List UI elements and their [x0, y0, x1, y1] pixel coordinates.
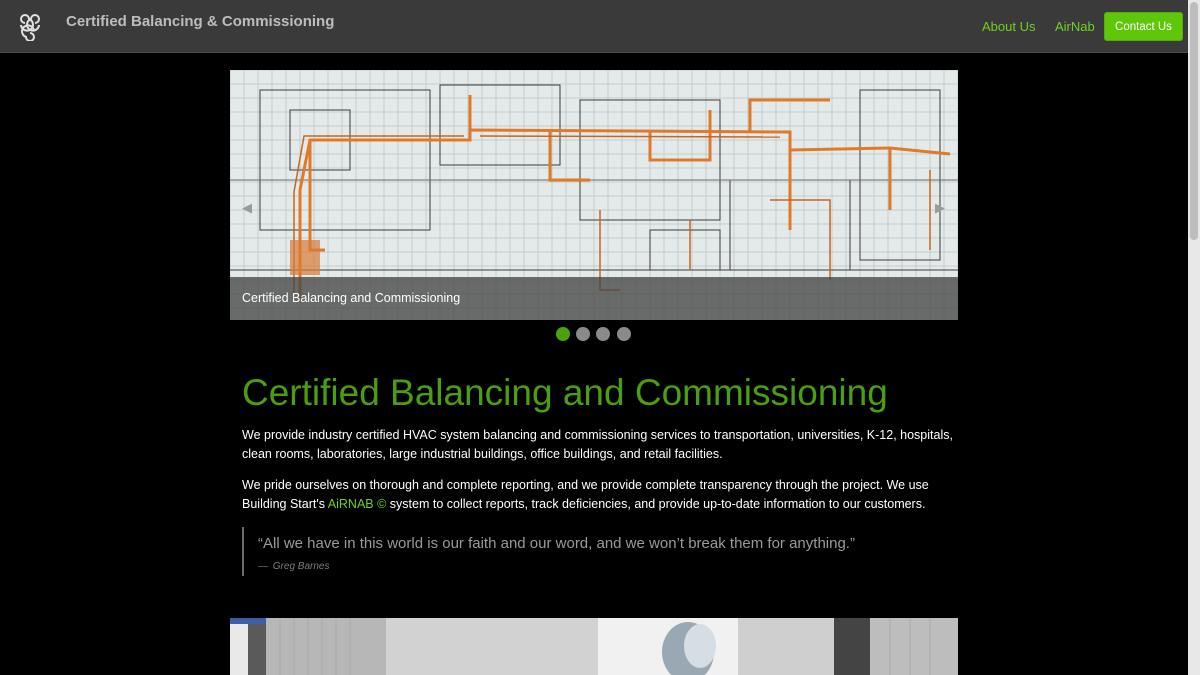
- nav-link-airnab[interactable]: AirNab: [1055, 19, 1095, 34]
- triple-spiral-icon[interactable]: [16, 13, 44, 41]
- reporting-paragraph: We pride ourselves on thorough and compl…: [242, 476, 960, 514]
- carousel-dot-4[interactable]: [617, 327, 631, 341]
- top-navbar: Certified Balancing & Commissioning Abou…: [0, 0, 1188, 53]
- carousel-caption-bar: Certified Balancing and Commissioning: [230, 277, 958, 320]
- quote-text: “All we have in this world is our faith …: [258, 535, 855, 552]
- contact-us-button[interactable]: Contact Us: [1104, 12, 1183, 41]
- quote-author: — Greg Barnes: [258, 561, 329, 572]
- carousel-prev-arrow-icon[interactable]: ◀: [242, 200, 252, 216]
- page-heading: Certified Balancing and Commissioning: [242, 372, 888, 413]
- carousel-caption: Certified Balancing and Commissioning: [242, 291, 461, 305]
- brand-title[interactable]: Certified Balancing & Commissioning: [66, 13, 334, 30]
- quote-author-name: Greg Barnes: [272, 561, 330, 572]
- carousel-dot-1[interactable]: [556, 327, 570, 341]
- nav-link-about-us[interactable]: About Us: [982, 19, 1035, 34]
- carousel-dot-2[interactable]: [576, 327, 590, 341]
- airnab-link[interactable]: AiRNAB ©: [328, 497, 387, 511]
- scrollbar-thumb[interactable]: [1190, 2, 1198, 240]
- image-carousel[interactable]: ◀ ▶ Certified Balancing and Commissionin…: [230, 70, 958, 320]
- carousel-next-arrow-icon[interactable]: ▶: [935, 200, 945, 216]
- facility-duct-image: [230, 618, 958, 675]
- reporting-text-after: system to collect reports, track deficie…: [386, 497, 926, 511]
- quote-dash: —: [258, 561, 268, 572]
- carousel-dot-3[interactable]: [596, 327, 610, 341]
- blockquote: “All we have in this world is our faith …: [242, 527, 944, 576]
- intro-paragraph: We provide industry certified HVAC syste…: [242, 428, 953, 461]
